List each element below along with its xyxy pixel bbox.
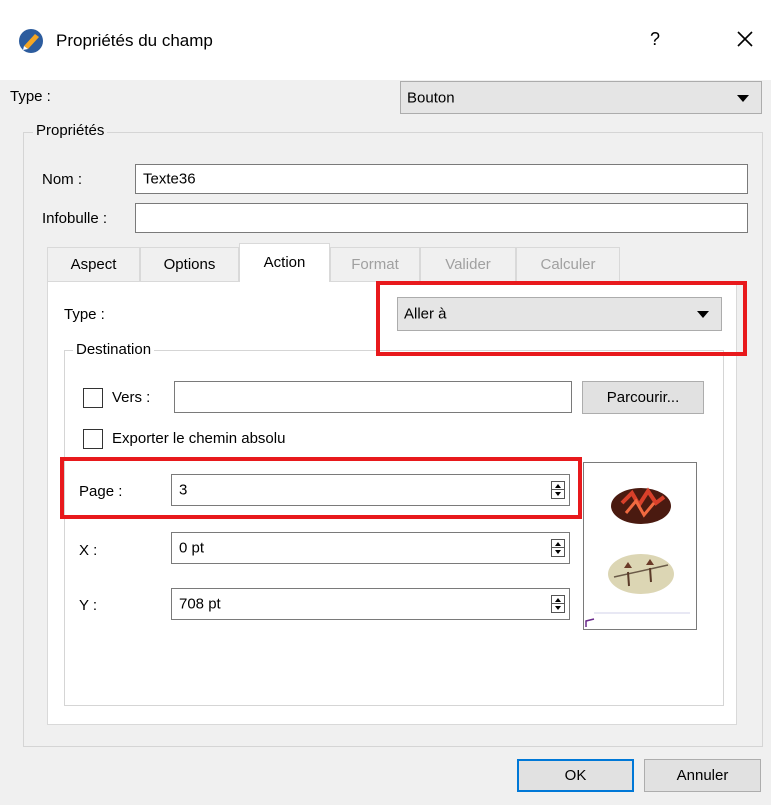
page-value: 3 bbox=[179, 481, 188, 499]
to-label: Vers : bbox=[112, 389, 151, 406]
page-preview[interactable] bbox=[583, 462, 697, 630]
y-value: 708 pt bbox=[179, 595, 221, 613]
browse-button[interactable]: Parcourir... bbox=[582, 381, 704, 414]
export-absolute-path-checkbox[interactable] bbox=[83, 429, 103, 449]
y-spinbox[interactable]: 708 pt bbox=[171, 588, 570, 620]
destination-group-title: Destination bbox=[73, 341, 155, 358]
chevron-down-icon bbox=[737, 94, 749, 102]
cancel-button[interactable]: Annuler bbox=[644, 759, 761, 792]
tab-options[interactable]: Options bbox=[140, 247, 239, 281]
page-spinbox[interactable]: 3 bbox=[171, 474, 570, 506]
name-input[interactable]: Texte36 bbox=[135, 164, 748, 194]
x-value: 0 pt bbox=[179, 539, 205, 557]
app-icon bbox=[19, 29, 43, 53]
page-preview-image bbox=[585, 487, 690, 627]
action-type-label: Type : bbox=[64, 306, 105, 323]
tab-format[interactable]: Format bbox=[330, 247, 420, 281]
field-type-label: Type : bbox=[10, 88, 51, 105]
tab-valider[interactable]: Valider bbox=[420, 247, 516, 281]
properties-group-title: Propriétés bbox=[33, 122, 108, 139]
action-type-select[interactable]: Aller à bbox=[397, 297, 722, 331]
field-type-select[interactable]: Bouton bbox=[400, 81, 762, 114]
tab-aspect[interactable]: Aspect bbox=[47, 247, 140, 281]
ok-button[interactable]: OK bbox=[517, 759, 634, 792]
chevron-down-icon bbox=[697, 311, 709, 318]
close-icon[interactable] bbox=[730, 24, 760, 54]
spin-arrows-icon[interactable] bbox=[551, 539, 565, 557]
tooltip-label: Infobulle : bbox=[42, 210, 108, 227]
name-input-value: Texte36 bbox=[143, 170, 196, 188]
to-checkbox[interactable] bbox=[83, 388, 103, 408]
y-label: Y : bbox=[79, 597, 98, 614]
spin-arrows-icon[interactable] bbox=[551, 481, 565, 499]
name-label: Nom : bbox=[42, 171, 83, 188]
export-absolute-path-label: Exporter le chemin absolu bbox=[112, 430, 286, 447]
action-type-value: Aller à bbox=[404, 305, 447, 323]
x-spinbox[interactable]: 0 pt bbox=[171, 532, 570, 564]
window-title: Propriétés du champ bbox=[56, 31, 213, 50]
tooltip-input[interactable] bbox=[135, 203, 748, 233]
field-type-value: Bouton bbox=[407, 89, 455, 106]
tab-calculer[interactable]: Calculer bbox=[516, 247, 620, 281]
help-button[interactable]: ? bbox=[650, 29, 660, 50]
x-label: X : bbox=[79, 542, 98, 559]
to-input[interactable] bbox=[174, 381, 572, 413]
title-bar: Propriétés du champ ? bbox=[0, 0, 771, 80]
spin-arrows-icon[interactable] bbox=[551, 595, 565, 613]
tab-action[interactable]: Action bbox=[239, 243, 330, 282]
page-label: Page : bbox=[79, 483, 123, 500]
